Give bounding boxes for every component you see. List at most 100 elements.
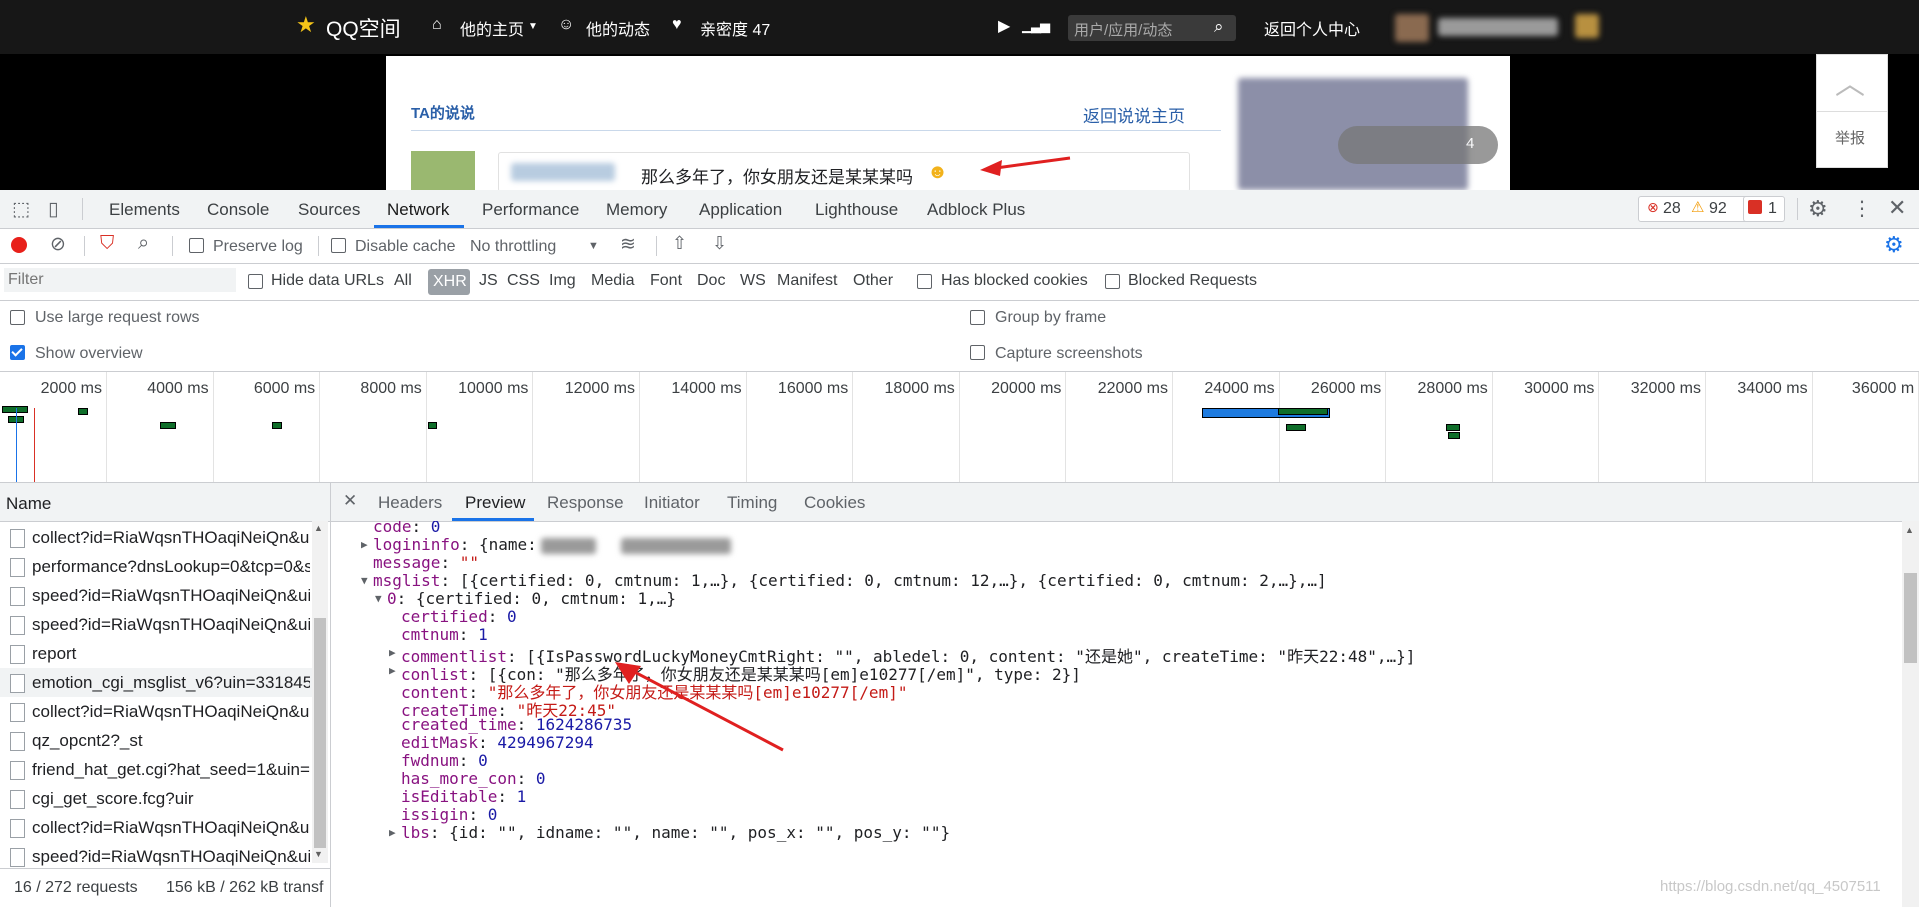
json-line[interactable]: editMask: 4294967294 xyxy=(401,733,594,752)
request-row[interactable]: cgi_get_score.fcg?uir xyxy=(0,784,312,813)
filter-type-media[interactable]: Media xyxy=(591,272,635,290)
hide-data-urls-checkbox[interactable] xyxy=(248,274,263,289)
tab-cookies[interactable]: Cookies xyxy=(804,493,865,513)
tab-initiator[interactable]: Initiator xyxy=(644,493,700,513)
issues-counter[interactable]: 1 xyxy=(1743,196,1785,222)
qq-search-box[interactable]: 用户/应用/动态 ⌕ xyxy=(1068,15,1236,41)
close-details-icon[interactable]: ✕ xyxy=(343,491,357,511)
tab-preview[interactable]: Preview xyxy=(465,493,525,513)
expand-toggle-icon[interactable]: ▶ xyxy=(389,664,396,677)
request-row[interactable]: emotion_cgi_msglist_v6?uin=3318456 xyxy=(0,668,312,697)
expand-toggle-icon[interactable]: ▶ xyxy=(389,826,396,839)
capture-screenshots-checkbox[interactable] xyxy=(970,345,985,360)
requests-header[interactable]: Name xyxy=(0,483,330,522)
intimacy-label[interactable]: 亲密度 47 xyxy=(700,16,770,40)
filter-type-img[interactable]: Img xyxy=(549,272,576,290)
json-line[interactable]: ▶ lbs: {id: "", idname: "", name: "", pos… xyxy=(389,823,950,842)
json-line[interactable]: message: "" xyxy=(373,553,479,572)
tab-headers[interactable]: Headers xyxy=(378,493,442,513)
expand-toggle-icon[interactable]: ▼ xyxy=(361,574,368,587)
tab-console[interactable]: Console xyxy=(207,200,269,220)
filter-type-css[interactable]: CSS xyxy=(507,272,540,290)
avatar[interactable] xyxy=(1395,14,1429,42)
scroll-down-icon[interactable]: ▼ xyxy=(314,849,323,859)
request-row[interactable]: collect?id=RiaWqsnTHOaqiNeiQn&ui. xyxy=(0,813,312,842)
clear-icon[interactable]: ⊘ xyxy=(50,233,66,256)
filter-input[interactable] xyxy=(4,268,236,292)
settings-gear-icon[interactable]: ⚙ xyxy=(1808,196,1828,222)
back-to-shuoshuo-link[interactable]: 返回说说主页 xyxy=(1083,102,1185,127)
tab-performance[interactable]: Performance xyxy=(482,200,579,220)
json-line[interactable]: isEditable: 1 xyxy=(401,787,526,806)
expand-toggle-icon[interactable]: ▼ xyxy=(375,592,382,605)
filter-type-other[interactable]: Other xyxy=(853,272,893,290)
preserve-log-checkbox[interactable] xyxy=(189,238,204,253)
tab-adblock-plus[interactable]: Adblock Plus xyxy=(927,200,1025,220)
disable-cache-checkbox[interactable] xyxy=(331,238,346,253)
tab-response[interactable]: Response xyxy=(547,493,624,513)
request-row[interactable]: performance?dnsLookup=0&tcp=0&s xyxy=(0,552,312,581)
network-settings-gear-icon[interactable]: ⚙ xyxy=(1884,232,1904,258)
blocked-requests-checkbox[interactable] xyxy=(1105,274,1120,289)
filter-type-font[interactable]: Font xyxy=(650,272,682,290)
request-row[interactable]: collect?id=RiaWqsnTHOaqiNeiQn&ui. xyxy=(0,523,312,552)
request-row[interactable]: speed?id=RiaWqsnTHOaqiNeiQn&uin xyxy=(0,610,312,639)
inspect-element-icon[interactable]: ⬚ xyxy=(12,198,30,221)
scroll-top-icon[interactable]: ︿ xyxy=(1835,59,1865,103)
preview-scroll-up-icon[interactable]: ▲ xyxy=(1905,525,1914,535)
filter-type-all[interactable]: All xyxy=(394,272,412,290)
json-line[interactable]: certified: 0 xyxy=(401,607,517,626)
more-options-icon[interactable]: ⋮ xyxy=(1852,196,1872,221)
expand-toggle-icon[interactable]: ▶ xyxy=(361,538,368,551)
filter-type-ws[interactable]: WS xyxy=(740,272,766,290)
json-line[interactable]: fwdnum: 0 xyxy=(401,751,488,770)
filter-type-manifest[interactable]: Manifest xyxy=(777,272,837,290)
json-line[interactable]: created_time: 1624286735 xyxy=(401,715,632,734)
request-row[interactable]: speed?id=RiaWqsnTHOaqiNeiQn&uin xyxy=(0,581,312,610)
group-by-frame-checkbox[interactable] xyxy=(970,310,985,325)
throttling-dropdown-icon[interactable]: ▼ xyxy=(588,240,599,252)
import-har-icon[interactable]: ⇧ xyxy=(672,233,687,254)
chevron-down-icon[interactable]: ▼ xyxy=(528,21,538,32)
scroll-up-icon[interactable]: ▲ xyxy=(314,523,323,533)
return-center-link[interactable]: 返回个人中心 xyxy=(1264,16,1360,40)
json-line[interactable]: cmtnum: 1 xyxy=(401,625,488,644)
show-overview-checkbox[interactable] xyxy=(10,345,25,360)
qq-logo-icon[interactable]: ★ xyxy=(296,12,316,38)
errors-warnings-counter[interactable]: ⊗ 28 ⚠ 92 xyxy=(1638,196,1750,222)
network-overview-timeline[interactable]: 2000 ms 4000 ms 6000 ms 8000 ms 10000 ms 1200… xyxy=(0,372,1919,483)
filter-type-js[interactable]: JS xyxy=(479,272,498,290)
badge-icon[interactable] xyxy=(1575,14,1599,38)
json-line[interactable]: has_more_con: 0 xyxy=(401,769,546,788)
play-icon[interactable]: ▶ xyxy=(998,16,1010,36)
json-line[interactable]: issigin: 0 xyxy=(401,805,497,824)
tab-sources[interactable]: Sources xyxy=(298,200,360,220)
json-line[interactable]: ▼ 0: {certified: 0, cmtnum: 1,…} xyxy=(375,589,676,608)
search-icon[interactable]: ⌕ xyxy=(1214,17,1224,37)
poster-avatar[interactable] xyxy=(411,151,475,191)
expand-toggle-icon[interactable]: ▶ xyxy=(389,646,396,659)
request-row[interactable]: friend_hat_get.cgi?hat_seed=1&uin=1 xyxy=(0,755,312,784)
requests-scroll-thumb[interactable] xyxy=(314,618,326,848)
tab-timing[interactable]: Timing xyxy=(727,493,777,513)
filter-type-doc[interactable]: Doc xyxy=(697,272,725,290)
request-row[interactable]: qz_opcnt2?_st xyxy=(0,726,312,755)
has-blocked-cookies-checkbox[interactable] xyxy=(917,274,932,289)
device-toolbar-icon[interactable]: ▯ xyxy=(48,198,58,221)
network-conditions-icon[interactable]: ≋ xyxy=(620,233,636,256)
search-icon[interactable]: ⌕ xyxy=(138,232,149,255)
json-line[interactable]: ▼ msglist: [{certified: 0, cmtnum: 1,…}, … xyxy=(361,571,1327,590)
tab-network[interactable]: Network xyxy=(387,200,449,220)
qq-logo-text[interactable]: QQ空间 xyxy=(326,13,401,43)
request-row[interactable]: report xyxy=(0,639,312,668)
filter-icon[interactable]: ⛉ xyxy=(100,233,114,255)
request-row[interactable]: collect?id=RiaWqsnTHOaqiNeiQn&ui. xyxy=(0,697,312,726)
tab-lighthouse[interactable]: Lighthouse xyxy=(815,200,898,220)
filter-type-xhr-chip[interactable]: XHR xyxy=(428,269,470,295)
feed-link[interactable]: 他的动态 xyxy=(586,16,650,40)
home-link[interactable]: 他的主页 xyxy=(460,16,524,40)
report-button[interactable]: 举报 xyxy=(1835,127,1865,148)
throttling-select[interactable]: No throttling xyxy=(470,238,556,256)
export-har-icon[interactable]: ⇩ xyxy=(712,233,727,254)
json-line[interactable]: ▶ logininfo: {name: xyxy=(361,535,537,554)
